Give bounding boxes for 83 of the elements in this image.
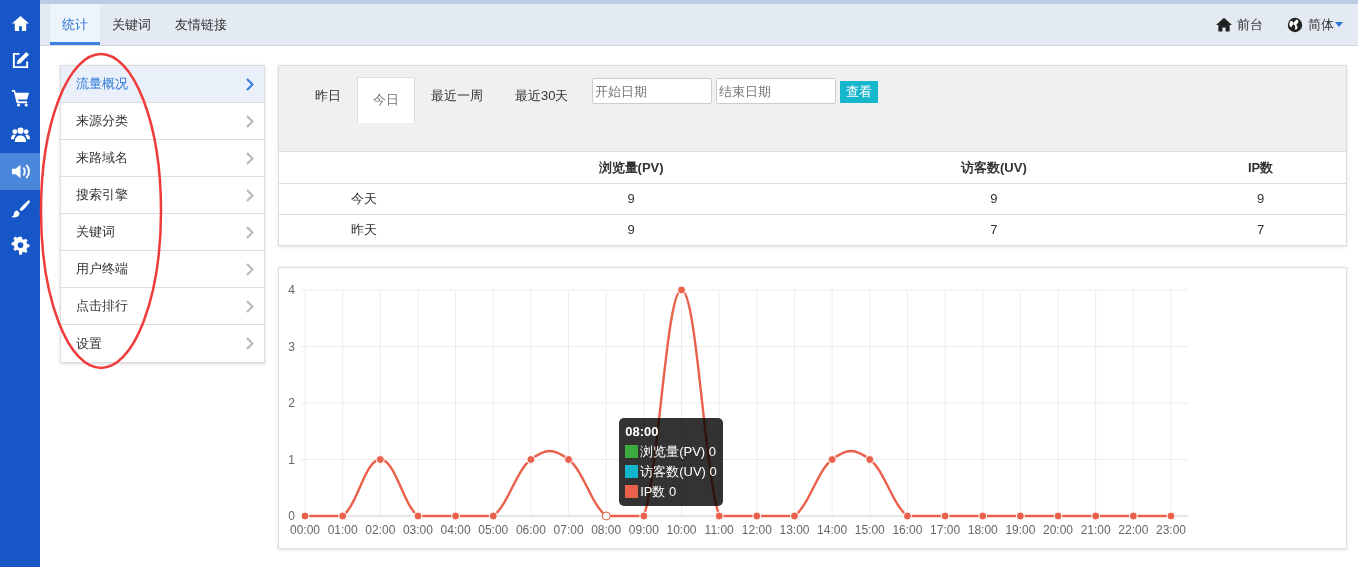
column-header: 访客数(UV)	[812, 152, 1176, 183]
caret-icon	[1335, 22, 1343, 27]
y-tick-label: 2	[288, 396, 295, 410]
menu-item[interactable]: 关键词	[61, 214, 264, 251]
chevron-right-icon	[246, 299, 254, 313]
table-cell: 9	[449, 183, 813, 214]
chevron-right-icon	[246, 151, 254, 165]
x-tick-label: 01:00	[327, 523, 358, 537]
x-tick-label: 00:00	[290, 523, 320, 537]
y-tick-label: 3	[288, 339, 295, 354]
nav-link[interactable]: 简体	[1287, 14, 1343, 35]
x-tick-label: 06:00	[515, 523, 546, 537]
x-tick-label: 11:00	[704, 523, 734, 537]
speaker-icon	[10, 162, 30, 181]
x-tick-label: 16:00	[892, 523, 923, 537]
data-point[interactable]	[601, 511, 611, 521]
table-cell: 9	[812, 183, 1176, 214]
y-tick-label: 4	[288, 283, 295, 297]
home-icon	[1216, 16, 1232, 33]
sidebar-item[interactable]	[0, 153, 40, 190]
menu-item[interactable]: 来源分类	[61, 103, 264, 140]
edit-icon	[10, 51, 30, 70]
brush-icon	[10, 199, 30, 218]
column-header: IP数	[1175, 152, 1346, 183]
tooltip-text: 访客数(UV) 0	[640, 464, 717, 479]
menu-item[interactable]: 流量概况	[61, 66, 264, 103]
table-cell: 7	[1175, 214, 1346, 245]
tooltip-text: 浏览量(PV) 0	[640, 444, 717, 459]
period-tab[interactable]: 最近30天	[499, 77, 585, 115]
x-tick-label: 04:00	[440, 523, 471, 537]
menu-item[interactable]: 来路域名	[61, 140, 264, 177]
home-icon	[10, 14, 30, 33]
chevron-right-icon	[246, 337, 254, 350]
x-tick-label: 09:00	[628, 523, 659, 537]
x-tick-label: 02:00	[365, 523, 396, 537]
menu-item[interactable]: 搜索引擎	[61, 177, 264, 214]
x-tick-label: 05:00	[478, 523, 509, 537]
x-tick-label: 20:00	[1043, 523, 1074, 537]
column-header: 浏览量(PV)	[449, 152, 813, 183]
menu-item[interactable]: 设置	[61, 325, 264, 362]
x-tick-label: 08:00	[591, 523, 622, 537]
menu-item[interactable]: 点击排行	[61, 288, 264, 325]
chevron-right-icon	[246, 114, 254, 128]
date-field[interactable]: 结束日期	[716, 78, 837, 104]
tooltip-text: IP数 0	[640, 484, 677, 499]
x-tick-label: 18:00	[967, 523, 998, 537]
x-tick-label: 22:00	[1118, 523, 1149, 537]
table-cell: 9	[1175, 183, 1346, 214]
users-icon	[10, 125, 30, 144]
menu-item[interactable]: 用户终端	[61, 251, 264, 288]
period-tab[interactable]: 昨日	[299, 77, 357, 115]
nav-tab[interactable]: 友情链接	[163, 4, 239, 45]
table-cell: 9	[449, 214, 813, 245]
nav-tab[interactable]: 关键词	[100, 4, 163, 45]
x-tick-label: 21:00	[1080, 523, 1111, 537]
cart-icon	[10, 88, 30, 107]
settings-icon	[10, 236, 30, 255]
x-tick-label: 10:00	[666, 523, 697, 537]
chevron-right-icon	[246, 188, 254, 202]
x-tick-label: 14:00	[817, 523, 848, 537]
period-tab[interactable]: 今日	[357, 77, 415, 123]
x-tick-label: 03:00	[402, 523, 433, 537]
period-tab[interactable]: 最近一周	[415, 77, 499, 115]
globe-icon	[1287, 16, 1303, 33]
x-tick-label: 12:00	[741, 523, 772, 537]
chevron-right-icon	[246, 225, 254, 239]
y-tick-label: 1	[288, 452, 295, 467]
date-field[interactable]: 开始日期	[592, 78, 713, 104]
row-label: 今天	[279, 183, 450, 214]
x-tick-label: 13:00	[779, 523, 810, 537]
nav-tab[interactable]: 统计	[50, 4, 100, 45]
row-label: 昨天	[279, 214, 450, 245]
x-tick-label: 23:00	[1156, 523, 1186, 537]
chevron-right-icon	[246, 262, 254, 276]
x-tick-label: 15:00	[854, 523, 885, 537]
tooltip-title: 08:00	[625, 423, 660, 441]
table-cell: 7	[812, 214, 1176, 245]
x-tick-label: 07:00	[553, 523, 584, 537]
x-tick-label: 17:00	[930, 523, 961, 537]
y-tick-label: 0	[288, 509, 295, 523]
nav-link[interactable]: 前台	[1216, 14, 1263, 35]
x-tick-label: 19:00	[1005, 523, 1036, 537]
chevron-right-icon	[246, 77, 254, 91]
